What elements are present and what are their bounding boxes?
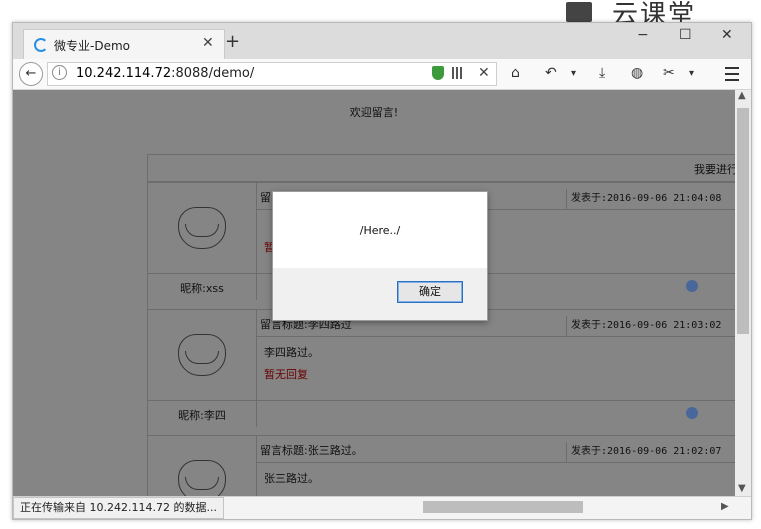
ok-button[interactable]: 确定	[397, 281, 463, 303]
qr-code-icon[interactable]	[452, 67, 464, 79]
url-path: :8088/demo/	[171, 66, 255, 81]
browser-tab[interactable]: 微专业-Demo ✕	[23, 29, 225, 60]
alert-footer: 确定	[273, 268, 487, 320]
welcome-heading: 欢迎留言!	[349, 106, 399, 119]
close-window-button[interactable]: ✕	[721, 27, 733, 43]
post-message-link[interactable]: 我要进行	[694, 161, 735, 177]
message-body: 张三路过。	[264, 472, 319, 485]
scrollbar-thumb[interactable]	[737, 108, 749, 334]
avatar-cell	[148, 183, 257, 273]
dropdown-arrow-icon[interactable]: ▾	[571, 68, 576, 79]
avatar	[178, 334, 226, 376]
address-bar[interactable]: i 10.242.114.72:8088/demo/ ✕	[47, 62, 497, 86]
avatar-cell	[148, 436, 257, 496]
title-bar: 微专业-Demo ✕ + − ☐ ✕	[13, 23, 751, 60]
download-icon[interactable]: ⤓	[599, 65, 605, 81]
message-title-row: 留言标题:张三路过。 发表于:2016-09-06 21:02:07	[256, 436, 735, 463]
vertical-scrollbar[interactable]: ▲ ▼	[735, 90, 751, 496]
tab-close-icon[interactable]: ✕	[202, 35, 214, 51]
message-time: 发表于:2016-09-06 21:04:08	[566, 189, 721, 209]
message-body: 李四路过。	[264, 346, 319, 359]
message-time: 发表于:2016-09-06 21:03:02	[566, 316, 721, 336]
scroll-down-icon[interactable]: ▼	[738, 483, 746, 494]
tab-title: 微专业-Demo	[54, 39, 130, 53]
menu-icon[interactable]	[725, 67, 739, 81]
minimize-button[interactable]: −	[637, 27, 649, 43]
message-reply-status: 暂无回复	[264, 368, 308, 381]
more-arrow-icon[interactable]: ▾	[689, 68, 694, 79]
scroll-up-icon[interactable]: ▲	[738, 90, 746, 101]
avatar	[178, 460, 226, 496]
shield-icon[interactable]	[432, 66, 444, 80]
status-text: 正在传输来自 10.242.114.72 的数据...	[13, 497, 224, 519]
status-bar: 正在传输来自 10.242.114.72 的数据... ▶	[13, 496, 751, 519]
site-info-icon[interactable]: i	[52, 65, 67, 80]
nickname: 昵称:xss	[180, 282, 224, 295]
url-host: 10.242.114.72	[76, 66, 172, 81]
message-item: 留言标题:张三路过。 发表于:2016-09-06 21:02:07 张三路过。	[148, 435, 735, 496]
loading-spinner-icon	[34, 38, 48, 52]
globe-icon[interactable]: ◍	[631, 65, 643, 81]
screenshot-icon[interactable]: ✂	[663, 65, 675, 81]
stop-icon[interactable]: ✕	[478, 65, 490, 81]
reply-icon[interactable]	[686, 280, 698, 292]
horizontal-scrollbar-thumb[interactable]	[423, 501, 583, 513]
scroll-right-icon[interactable]: ▶	[721, 501, 729, 512]
watermark-icon	[566, 2, 592, 22]
divider	[256, 401, 257, 427]
avatar	[178, 207, 226, 249]
message-title: 留	[260, 191, 271, 204]
new-tab-button[interactable]: +	[225, 31, 240, 52]
home-icon[interactable]: ⌂	[511, 65, 520, 81]
alert-dialog: /Here../ 确定	[272, 191, 488, 321]
message-item: 留言标题:李四路过 发表于:2016-09-06 21:03:02 李四路过。 …	[148, 309, 735, 427]
reply-icon[interactable]	[686, 407, 698, 419]
nickname: 昵称:李四	[178, 409, 226, 422]
alert-message: /Here../	[359, 224, 401, 237]
maximize-button[interactable]: ☐	[679, 27, 692, 43]
board-header: 我要进行	[148, 155, 735, 182]
message-title: 留言标题:张三路过。	[260, 444, 363, 457]
divider	[256, 274, 257, 300]
url-text[interactable]: 10.242.114.72:8088/demo/	[76, 66, 254, 81]
back-button[interactable]: ←	[19, 62, 43, 86]
avatar-cell	[148, 310, 257, 400]
undo-icon[interactable]: ↶	[545, 65, 557, 81]
navigation-toolbar: ← i 10.242.114.72:8088/demo/ ✕ ⌂ ↶ ▾ ⤓ ◍…	[13, 59, 751, 90]
message-time: 发表于:2016-09-06 21:02:07	[566, 442, 721, 462]
nickname-row: 昵称:李四	[148, 400, 735, 427]
